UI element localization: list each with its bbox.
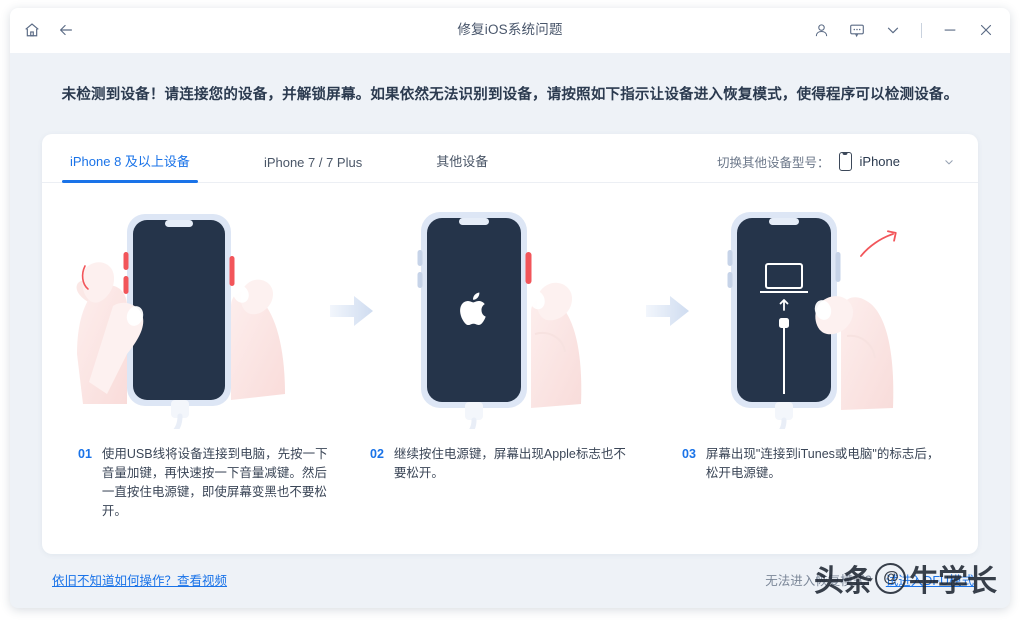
- title-bar: 修复iOS系统问题: [10, 8, 1010, 53]
- step-captions: 01 使用USB线将设备连接到电脑，先按一下音量加键，再快速按一下音量减键。然后…: [42, 431, 978, 521]
- illustration-step-2: [385, 194, 635, 436]
- dfu-question-text: 无法进入恢复模式？: [765, 574, 878, 588]
- tab-iphone8-and-above[interactable]: iPhone 8 及以上设备: [62, 151, 198, 183]
- phone-icon: [838, 152, 852, 171]
- home-icon[interactable]: [22, 20, 42, 40]
- device-tabs-row: iPhone 8 及以上设备 iPhone 7 / 7 Plus 其他设备 切换…: [42, 134, 978, 183]
- page-headline: 未检测到设备！请连接您的设备，并解锁屏幕。如果依然无法识别到设备，请按照如下指示…: [61, 87, 959, 103]
- step-3-text: 屏幕出现"连接到iTunes或电脑"的标志后，松开电源键。: [705, 447, 940, 480]
- title-bar-divider: [921, 22, 922, 38]
- step-1-number: 01: [78, 447, 92, 461]
- illustrations-row: [42, 183, 978, 436]
- step-2-text: 继续按住电源键，屏幕出现Apple标志也不要松开。: [393, 447, 626, 480]
- back-arrow-icon[interactable]: [56, 20, 76, 40]
- illustration-step-3: [701, 194, 951, 436]
- device-model-value: iPhone: [859, 154, 900, 169]
- footer-bar: 依旧不知道如何操作？查看视频 无法进入恢复模式？ 试进入DFU模式: [10, 554, 1010, 608]
- arrow-2-to-3: [635, 294, 701, 328]
- watch-video-link[interactable]: 依旧不知道如何操作？查看视频: [52, 570, 227, 589]
- step-2-caption: 02 继续按住电源键，屏幕出现Apple标志也不要松开。: [358, 445, 668, 521]
- minimize-icon[interactable]: [940, 20, 960, 40]
- steps-area: 01 使用USB线将设备连接到电脑，先按一下音量加键，再快速按一下音量减键。然后…: [42, 183, 978, 554]
- step-2-number: 02: [370, 447, 384, 461]
- step-1-text: 使用USB线将设备连接到电脑，先按一下音量加键，再快速按一下音量减键。然后一直按…: [101, 447, 328, 518]
- application-window: 修复iOS系统问题 未检测到设备！请连接您的设备，并解锁屏幕。如果依然无法识别到…: [10, 8, 1010, 608]
- device-switch-label: 切换其他设备型号：: [717, 156, 830, 170]
- device-tabs: iPhone 8 及以上设备 iPhone 7 / 7 Plus 其他设备: [62, 134, 558, 183]
- step-3-number: 03: [682, 447, 696, 461]
- enter-dfu-link[interactable]: 试进入DFU模式: [886, 570, 974, 589]
- user-icon[interactable]: [811, 20, 831, 40]
- step-1-caption: 01 使用USB线将设备连接到电脑，先按一下音量加键，再快速按一下音量减键。然后…: [42, 445, 358, 521]
- close-icon[interactable]: [976, 20, 996, 40]
- device-model-switcher: 切换其他设备型号： iPhone: [717, 152, 956, 171]
- message-icon[interactable]: [847, 20, 867, 40]
- title-bar-left-controls: [22, 8, 76, 52]
- step-3-caption: 03 屏幕出现"连接到iTunes或电脑"的标志后，松开电源键。: [668, 445, 978, 521]
- tab-iphone7[interactable]: iPhone 7 / 7 Plus: [260, 155, 366, 182]
- chevron-down-icon[interactable]: [883, 20, 903, 40]
- instructions-card: iPhone 8 及以上设备 iPhone 7 / 7 Plus 其他设备 切换…: [42, 134, 978, 554]
- dfu-help-area: 无法进入恢复模式？ 试进入DFU模式: [765, 570, 974, 589]
- arrow-1-to-2: [319, 294, 385, 328]
- title-bar-right-controls: [811, 8, 996, 52]
- illustration-step-1: [69, 194, 319, 436]
- tab-other-devices[interactable]: 其他设备: [432, 151, 492, 182]
- device-model-dropdown[interactable]: iPhone: [838, 152, 956, 171]
- chevron-down-icon[interactable]: [942, 155, 956, 169]
